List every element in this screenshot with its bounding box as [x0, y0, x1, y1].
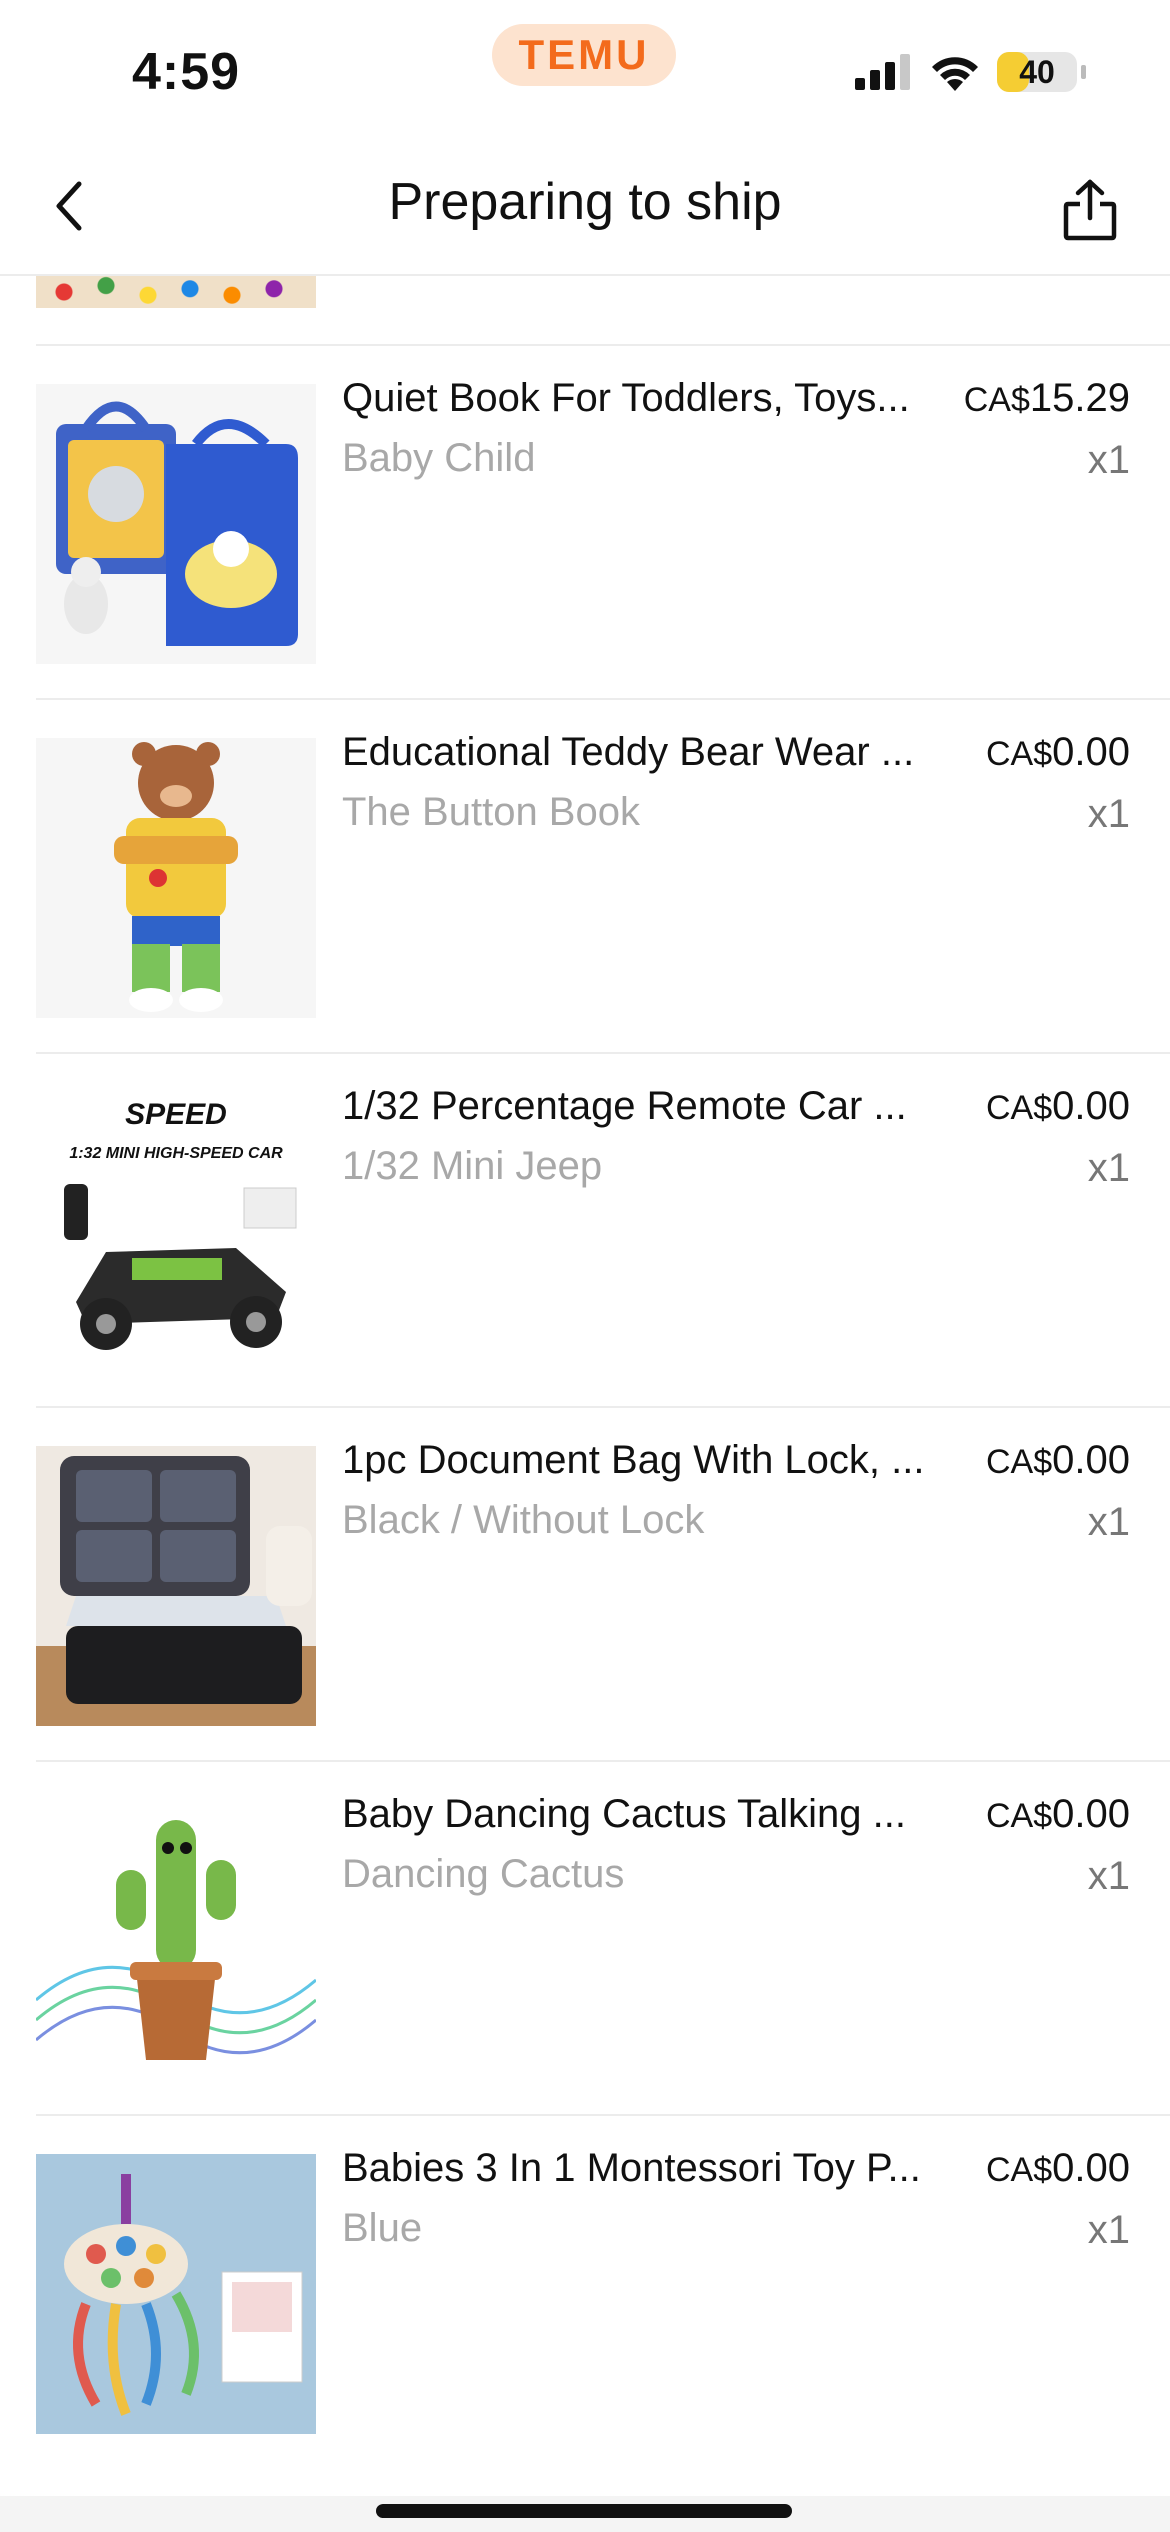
- battery-cap: [1081, 65, 1086, 79]
- teddy-bear-image[interactable]: [36, 738, 316, 1018]
- share-button[interactable]: [1050, 170, 1130, 250]
- wifi-icon: [932, 57, 978, 91]
- quiet-book-image[interactable]: [36, 384, 316, 664]
- montessori-toy-image[interactable]: [36, 2154, 316, 2434]
- page-title: Preparing to ship: [388, 173, 782, 231]
- item-quantity: x1: [1087, 1854, 1130, 1898]
- thumb-subtitle-text: 1:32 MINI HIGH-SPEED CAR: [69, 1145, 283, 1162]
- item-title[interactable]: 1/32 Percentage Remote Car ...: [342, 1084, 942, 1129]
- item-variant: Dancing Cactus: [342, 1852, 625, 1896]
- status-time: 4:59: [132, 43, 241, 101]
- temu-app-badge[interactable]: TEMU: [492, 24, 676, 86]
- item-variant: Black / Without Lock: [342, 1498, 705, 1542]
- order-item[interactable]: 1pc Document Bag With Lock, ... CA$0.00 …: [0, 1408, 1170, 1762]
- item-title[interactable]: Baby Dancing Cactus Talking ...: [342, 1792, 942, 1837]
- item-price: CA$0.00: [986, 1438, 1130, 1482]
- item-title[interactable]: Educational Teddy Bear Wear ...: [342, 730, 942, 775]
- order-item[interactable]: SPEED 1:32 MINI HIGH-SPEED CAR 1/32 Perc…: [0, 1054, 1170, 1408]
- item-price: CA$0.00: [986, 2146, 1130, 2190]
- item-title[interactable]: Quiet Book For Toddlers, Toys...: [342, 376, 942, 421]
- home-indicator[interactable]: [376, 2504, 792, 2518]
- item-price: CA$0.00: [986, 1792, 1130, 1836]
- nav-bar: Preparing to ship: [0, 140, 1170, 276]
- thumb-speed-text: SPEED: [125, 1098, 227, 1131]
- item-quantity: x1: [1087, 1146, 1130, 1190]
- status-bar: 4:59 TEMU 40: [0, 0, 1170, 140]
- item-variant: 1/32 Mini Jeep: [342, 1144, 603, 1188]
- order-item[interactable]: Babies 3 In 1 Montessori Toy P... CA$0.0…: [0, 2116, 1170, 2470]
- item-quantity: x1: [1087, 438, 1130, 482]
- partial-item-thumbnail[interactable]: [36, 276, 316, 308]
- item-quantity: x1: [1087, 1500, 1130, 1544]
- order-item[interactable]: Baby Dancing Cactus Talking ... CA$0.00 …: [0, 1762, 1170, 2116]
- item-variant: Blue: [342, 2206, 423, 2250]
- cellular-signal-icon: [855, 54, 910, 90]
- item-quantity: x1: [1087, 792, 1130, 836]
- item-price: CA$0.00: [986, 1084, 1130, 1128]
- item-variant: Baby Child: [342, 436, 536, 480]
- item-quantity: x1: [1087, 2208, 1130, 2252]
- dancing-cactus-image[interactable]: [36, 1800, 316, 2080]
- item-variant: The Button Book: [342, 790, 640, 834]
- item-price: CA$15.29: [963, 376, 1130, 420]
- share-icon: [1063, 179, 1117, 241]
- status-icons: 40: [855, 52, 1086, 92]
- item-title[interactable]: 1pc Document Bag With Lock, ...: [342, 1438, 942, 1483]
- order-item[interactable]: Educational Teddy Bear Wear ... CA$0.00 …: [0, 700, 1170, 1054]
- item-title[interactable]: Babies 3 In 1 Montessori Toy P...: [342, 2146, 942, 2191]
- order-item[interactable]: Quiet Book For Toddlers, Toys... CA$15.2…: [0, 346, 1170, 700]
- battery-level: 40: [1019, 53, 1055, 90]
- document-bag-image[interactable]: [36, 1446, 316, 1726]
- item-price: CA$0.00: [986, 730, 1130, 774]
- remote-car-image[interactable]: SPEED 1:32 MINI HIGH-SPEED CAR: [36, 1092, 316, 1372]
- battery-icon: 40: [997, 52, 1077, 92]
